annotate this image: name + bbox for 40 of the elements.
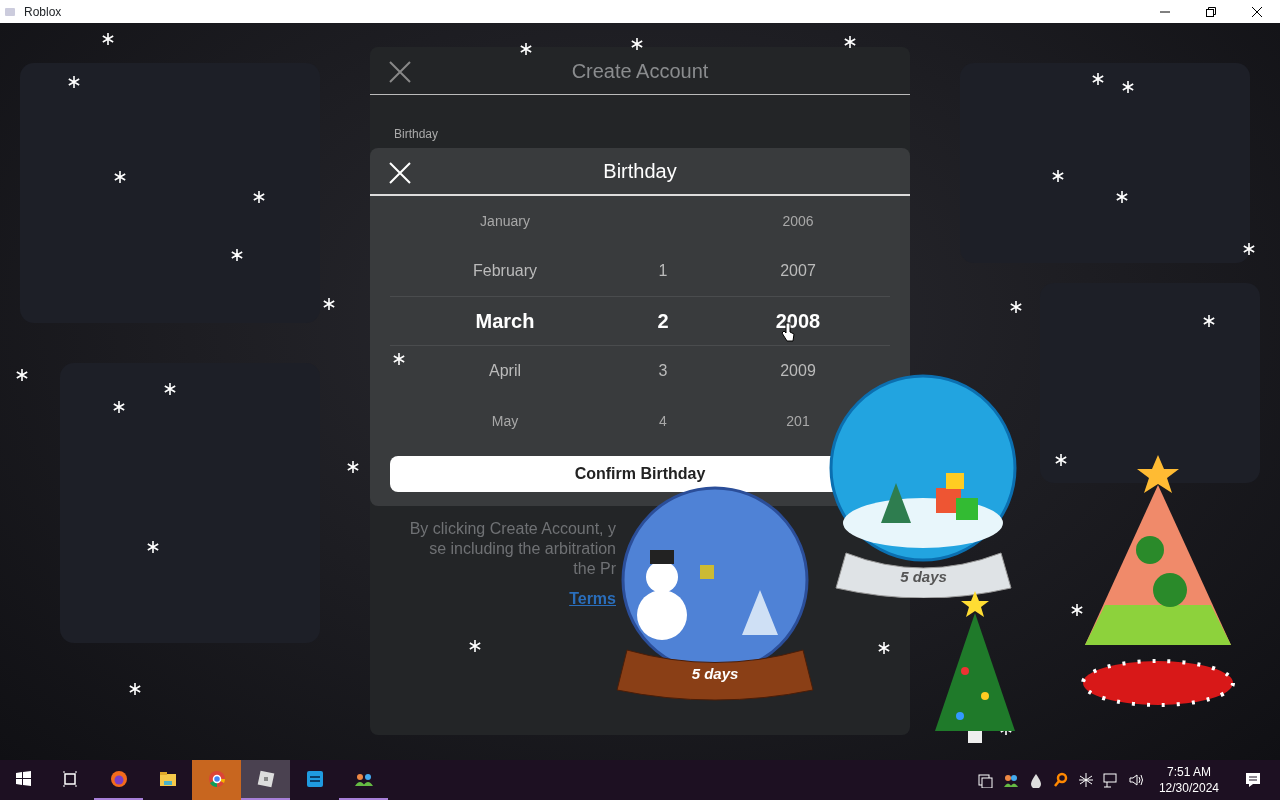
picker-month[interactable]: April xyxy=(489,362,521,379)
picker-day[interactable]: 3 xyxy=(658,362,668,379)
app-icon[interactable] xyxy=(304,769,325,789)
picker-month[interactable]: January xyxy=(480,212,530,229)
app-icon xyxy=(4,5,16,18)
clock-date: 12/30/2024 xyxy=(1158,780,1219,796)
magnifier-icon[interactable] xyxy=(1052,772,1069,788)
picker-year[interactable]: 2007 xyxy=(780,262,816,279)
people-icon[interactable] xyxy=(1002,772,1019,788)
picker-month[interactable]: May xyxy=(491,412,519,429)
notification-icon[interactable] xyxy=(1244,771,1262,789)
terms-text: By clicking Create Account, y xyxy=(409,520,616,537)
terms-text: se including the arbitration xyxy=(429,540,616,557)
taskbar-button[interactable] xyxy=(241,760,290,800)
close-icon[interactable] xyxy=(1252,6,1262,17)
window-title: Roblox xyxy=(24,3,62,21)
restore-icon[interactable] xyxy=(1206,6,1216,17)
picker-day[interactable]: 4 xyxy=(659,412,667,429)
picker-year[interactable]: 201 xyxy=(786,412,810,429)
folder-icon[interactable] xyxy=(157,769,178,789)
picker-day[interactable]: 1 xyxy=(658,262,668,279)
asterisk-icon[interactable] xyxy=(1077,772,1094,788)
globe-label: 5 days xyxy=(899,567,948,587)
clock-time: 7:51 AM xyxy=(1165,764,1212,780)
volume-icon[interactable] xyxy=(1127,772,1144,788)
picker-month[interactable]: February xyxy=(473,262,537,279)
window-icon[interactable] xyxy=(977,772,994,788)
terms-link[interactable]: Terms xyxy=(569,589,616,609)
picker-title: Birthday xyxy=(603,160,677,182)
picker-year[interactable]: 2008 xyxy=(775,310,821,332)
picker-day[interactable]: 2 xyxy=(657,310,669,332)
dialog-title: Create Account xyxy=(571,59,709,82)
picker-year[interactable]: 2006 xyxy=(782,212,814,229)
network-icon[interactable] xyxy=(1102,772,1119,788)
picker-month[interactable]: March xyxy=(475,310,535,332)
browser-icon[interactable] xyxy=(206,769,227,789)
terms-text: the Pr xyxy=(573,560,616,577)
field-label: Birthday xyxy=(394,127,439,141)
picker-year[interactable]: 2009 xyxy=(780,362,816,379)
globe-label: 5 days xyxy=(690,664,740,684)
